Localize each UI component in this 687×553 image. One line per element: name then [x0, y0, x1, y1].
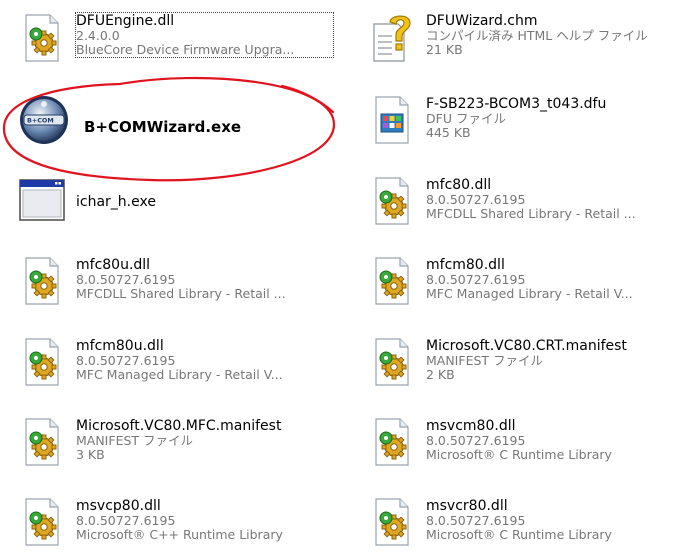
- dll-icon: [16, 336, 68, 388]
- file-type: コンパイル済み HTML ヘルプ ファイル: [426, 29, 648, 43]
- file-item-ichar-exe[interactable]: ichar_h.exe: [0, 174, 335, 240]
- file-name: Microsoft.VC80.MFC.manifest: [76, 418, 282, 434]
- file-type: MANIFEST ファイル: [76, 434, 194, 448]
- file-description: Microsoft® C Runtime Library: [426, 528, 612, 542]
- file-item-msvcm80-dll[interactable]: msvcm80.dll 8.0.50727.6195 Microsoft® C …: [350, 416, 685, 482]
- exe-window-icon: [16, 174, 68, 226]
- file-name: msvcp80.dll: [76, 498, 161, 514]
- file-name: mfc80.dll: [426, 177, 492, 193]
- file-name: F-SB223-BCOM3_t043.dfu: [426, 96, 607, 112]
- file-name: DFUEngine.dll: [76, 13, 175, 29]
- file-item-dfuengine-dll[interactable]: DFUEngine.dll 2.4.0.0 BlueCore Device Fi…: [0, 12, 335, 78]
- dll-icon: [366, 496, 418, 548]
- file-item-dfuwizard-chm[interactable]: DFUWizard.chm コンパイル済み HTML ヘルプ ファイル 21 K…: [350, 12, 685, 78]
- file-name: Microsoft.VC80.CRT.manifest: [426, 338, 627, 354]
- dll-icon: [16, 496, 68, 548]
- file-description: Microsoft® C Runtime Library: [426, 448, 612, 462]
- file-version: 8.0.50727.6195: [426, 273, 526, 287]
- file-list-view: DFUEngine.dll 2.4.0.0 BlueCore Device Fi…: [0, 0, 687, 553]
- file-type: MANIFEST ファイル: [426, 354, 544, 368]
- file-name: mfcm80.dll: [426, 257, 505, 273]
- file-version: 8.0.50727.6195: [76, 273, 176, 287]
- file-name: mfcm80u.dll: [76, 338, 164, 354]
- dfu-file-icon: [366, 94, 418, 146]
- dll-icon: [366, 175, 418, 227]
- file-item-msvcr80-dll[interactable]: msvcr80.dll 8.0.50727.6195 Microsoft® C …: [350, 496, 685, 553]
- file-item-mfc80-dll[interactable]: mfc80.dll 8.0.50727.6195 MFCDLL Shared L…: [350, 175, 685, 241]
- dll-icon: [16, 12, 68, 64]
- file-version: 8.0.50727.6195: [426, 193, 526, 207]
- dll-icon: [366, 255, 418, 307]
- file-item-vc80-crt-manifest[interactable]: Microsoft.VC80.CRT.manifest MANIFEST ファイ…: [350, 336, 685, 402]
- file-item-mfcm80u-dll[interactable]: mfcm80u.dll 8.0.50727.6195 MFC Managed L…: [0, 336, 335, 402]
- file-name: DFUWizard.chm: [426, 13, 538, 29]
- file-version: 8.0.50727.6195: [426, 514, 526, 528]
- dll-icon: [16, 416, 68, 468]
- file-item-msvcp80-dll[interactable]: msvcp80.dll 8.0.50727.6195 Microsoft® C+…: [0, 496, 335, 553]
- file-size: 21 KB: [426, 43, 463, 57]
- file-item-mfcm80-dll[interactable]: mfcm80.dll 8.0.50727.6195 MFC Managed Li…: [350, 255, 685, 321]
- file-name: msvcr80.dll: [426, 498, 508, 514]
- file-type: DFU ファイル: [426, 112, 506, 126]
- dll-icon: [366, 336, 418, 388]
- file-name: mfc80u.dll: [76, 257, 151, 273]
- file-name: ichar_h.exe: [76, 194, 156, 210]
- file-size: 3 KB: [76, 448, 105, 462]
- file-version: 8.0.50727.6195: [76, 514, 176, 528]
- file-description: MFC Managed Library - Retail V...: [76, 368, 283, 382]
- file-description: MFCDLL Shared Library - Retail ...: [76, 287, 286, 301]
- file-description: Microsoft® C++ Runtime Library: [76, 528, 283, 542]
- file-item-vc80-mfc-manifest[interactable]: Microsoft.VC80.MFC.manifest MANIFEST ファイ…: [0, 416, 335, 482]
- file-item-mfc80u-dll[interactable]: mfc80u.dll 8.0.50727.6195 MFCDLL Shared …: [0, 255, 335, 321]
- file-description: MFCDLL Shared Library - Retail ...: [426, 207, 636, 221]
- file-item-f-sb223-dfu[interactable]: F-SB223-BCOM3_t043.dfu DFU ファイル 445 KB: [350, 94, 685, 160]
- file-description: MFC Managed Library - Retail V...: [426, 287, 633, 301]
- file-item-bcomwizard-exe[interactable]: B+COM B+COMWizard.exe: [0, 94, 335, 160]
- file-version: 2.4.0.0: [76, 29, 120, 43]
- file-version: 8.0.50727.6195: [426, 434, 526, 448]
- dll-icon: [16, 255, 68, 307]
- file-name: B+COMWizard.exe: [84, 118, 242, 136]
- chm-help-icon: [366, 12, 418, 64]
- file-version: 8.0.50727.6195: [76, 354, 176, 368]
- bcom-app-icon: B+COM: [18, 94, 70, 146]
- dll-icon: [366, 416, 418, 468]
- file-description: BlueCore Device Firmware Upgra...: [76, 43, 295, 57]
- file-name: msvcm80.dll: [426, 418, 516, 434]
- file-size: 2 KB: [426, 368, 455, 382]
- file-size: 445 KB: [426, 126, 471, 140]
- svg-text:B+COM: B+COM: [27, 117, 54, 125]
